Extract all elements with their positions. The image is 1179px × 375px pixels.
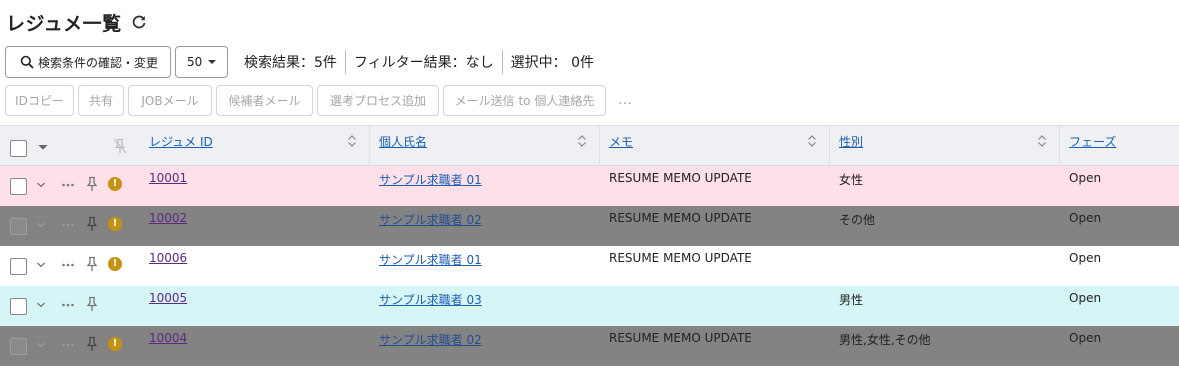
search-toolbar: 検索条件の確認・変更 50 検索結果：5件 フィルター結果：なし 選択中： 0件 bbox=[5, 46, 602, 78]
more-options-icon[interactable] bbox=[61, 258, 75, 272]
candidate-name-link[interactable]: サンプル求職者 02 bbox=[379, 331, 482, 348]
copy-id-button[interactable]: IDコピー bbox=[5, 84, 74, 116]
column-header-memo[interactable]: メモ bbox=[609, 133, 633, 150]
search-conditions-label: 検索条件の確認・変更 bbox=[38, 55, 159, 70]
job-mail-button[interactable]: JOBメール bbox=[128, 84, 212, 116]
column-header-gender[interactable]: 性別 bbox=[839, 133, 863, 150]
row-checkbox[interactable] bbox=[10, 218, 27, 235]
pin-icon[interactable] bbox=[86, 256, 98, 272]
memo-text: RESUME MEMO UPDATE bbox=[609, 331, 752, 345]
gender-text: その他 bbox=[839, 213, 876, 227]
result-stats: 検索結果：5件 フィルター結果：なし 選択中： 0件 bbox=[244, 50, 602, 74]
row-checkbox[interactable] bbox=[10, 258, 27, 275]
pin-icon[interactable] bbox=[86, 296, 98, 312]
column-gender: 性別 bbox=[830, 126, 1060, 166]
pin-icon[interactable] bbox=[86, 336, 98, 352]
select-all-checkbox[interactable] bbox=[10, 140, 27, 157]
column-header-name[interactable]: 個人氏名 bbox=[379, 133, 427, 150]
select-menu-chevron-icon[interactable] bbox=[37, 141, 49, 153]
memo-text: RESUME MEMO UPDATE bbox=[609, 171, 752, 185]
alert-icon: ! bbox=[108, 177, 122, 191]
search-results-count: 検索結果：5件 bbox=[244, 55, 337, 71]
chevron-down-icon[interactable] bbox=[35, 259, 47, 271]
unpin-all-icon[interactable] bbox=[113, 138, 127, 154]
per-page-value: 50 bbox=[187, 55, 203, 69]
table-row[interactable]: ! 10006 サンプル求職者 01 RESUME MEMO UPDATE Op… bbox=[0, 246, 1179, 286]
phase-text: Open bbox=[1069, 291, 1102, 305]
phase-text: Open bbox=[1069, 331, 1102, 345]
candidate-mail-button[interactable]: 候補者メール bbox=[216, 84, 313, 116]
page-title: レジュメ一覧 bbox=[6, 12, 122, 35]
more-options-icon[interactable] bbox=[61, 298, 75, 312]
table-row[interactable]: ! 10002 サンプル求職者 02 RESUME MEMO UPDATE その… bbox=[0, 206, 1179, 246]
more-options-icon[interactable] bbox=[61, 338, 75, 352]
action-toolbar: IDコピー 共有 JOBメール 候補者メール 選考プロセス追加 メール送信 to… bbox=[5, 84, 633, 116]
table-row[interactable]: ! 10001 サンプル求職者 01 RESUME MEMO UPDATE 女性… bbox=[0, 166, 1179, 206]
more-actions-button[interactable]: … bbox=[618, 92, 633, 108]
row-checkbox[interactable] bbox=[10, 338, 27, 355]
send-mail-personal-contact-button[interactable]: メール送信 to 個人連絡先 bbox=[443, 84, 606, 116]
column-resume-id: レジュメ ID bbox=[140, 126, 370, 166]
chevron-down-icon[interactable] bbox=[35, 339, 47, 351]
resume-id-link[interactable]: 10002 bbox=[149, 211, 187, 225]
column-name: 個人氏名 bbox=[370, 126, 600, 166]
column-header-resume-id[interactable]: レジュメ ID bbox=[149, 133, 213, 150]
gender-text: 男性 bbox=[839, 293, 864, 307]
sort-icon[interactable] bbox=[347, 134, 357, 148]
more-options-icon[interactable] bbox=[61, 218, 75, 232]
column-phase: フェーズ bbox=[1060, 126, 1179, 166]
pin-icon[interactable] bbox=[86, 216, 98, 232]
table-row[interactable]: ! 10004 サンプル求職者 02 RESUME MEMO UPDATE 男性… bbox=[0, 326, 1179, 366]
candidate-name-link[interactable]: サンプル求職者 03 bbox=[379, 291, 482, 308]
resume-id-link[interactable]: 10006 bbox=[149, 251, 187, 265]
refresh-icon[interactable] bbox=[131, 14, 147, 30]
chevron-down-icon bbox=[208, 60, 217, 64]
chevron-down-icon[interactable] bbox=[35, 179, 47, 191]
sort-icon[interactable] bbox=[807, 134, 817, 148]
column-header-phase[interactable]: フェーズ bbox=[1069, 133, 1116, 150]
phase-text: Open bbox=[1069, 251, 1102, 265]
memo-text: RESUME MEMO UPDATE bbox=[609, 251, 752, 265]
share-button[interactable]: 共有 bbox=[78, 84, 124, 116]
add-selection-process-button[interactable]: 選考プロセス追加 bbox=[317, 84, 439, 116]
per-page-select[interactable]: 50 bbox=[175, 46, 228, 78]
table-row[interactable]: 10005 サンプル求職者 03 男性 Open bbox=[0, 286, 1179, 326]
chevron-down-icon[interactable] bbox=[35, 219, 47, 231]
more-options-icon[interactable] bbox=[61, 178, 75, 192]
row-checkbox[interactable] bbox=[10, 298, 27, 315]
phase-text: Open bbox=[1069, 211, 1102, 225]
candidate-name-link[interactable]: サンプル求職者 01 bbox=[379, 251, 482, 268]
sort-icon[interactable] bbox=[1037, 134, 1047, 148]
memo-text: RESUME MEMO UPDATE bbox=[609, 211, 752, 225]
resume-id-link[interactable]: 10001 bbox=[149, 171, 187, 185]
row-checkbox[interactable] bbox=[10, 178, 27, 195]
filter-results: フィルター結果：なし bbox=[353, 55, 494, 71]
resume-id-link[interactable]: 10004 bbox=[149, 331, 187, 345]
sort-icon[interactable] bbox=[577, 134, 587, 148]
selected-count: 選択中： 0件 bbox=[510, 55, 595, 71]
phase-text: Open bbox=[1069, 171, 1102, 185]
table-header: レジュメ ID 個人氏名 メモ 性別 フェーズ bbox=[0, 125, 1179, 166]
column-memo: メモ bbox=[600, 126, 830, 166]
search-icon bbox=[20, 55, 34, 69]
chevron-down-icon[interactable] bbox=[35, 299, 47, 311]
resume-table: レジュメ ID 個人氏名 メモ 性別 フェーズ ! 10001 サンプル求職者 … bbox=[0, 125, 1179, 366]
candidate-name-link[interactable]: サンプル求職者 01 bbox=[379, 171, 482, 188]
gender-text: 男性,女性,その他 bbox=[839, 333, 931, 347]
alert-icon: ! bbox=[108, 257, 122, 271]
candidate-name-link[interactable]: サンプル求職者 02 bbox=[379, 211, 482, 228]
search-conditions-button[interactable]: 検索条件の確認・変更 bbox=[5, 46, 171, 78]
alert-icon: ! bbox=[108, 337, 122, 351]
pin-icon[interactable] bbox=[86, 176, 98, 192]
gender-text: 女性 bbox=[839, 173, 864, 187]
title-row: レジュメ一覧 bbox=[6, 8, 147, 36]
alert-icon: ! bbox=[108, 217, 122, 231]
resume-id-link[interactable]: 10005 bbox=[149, 291, 187, 305]
